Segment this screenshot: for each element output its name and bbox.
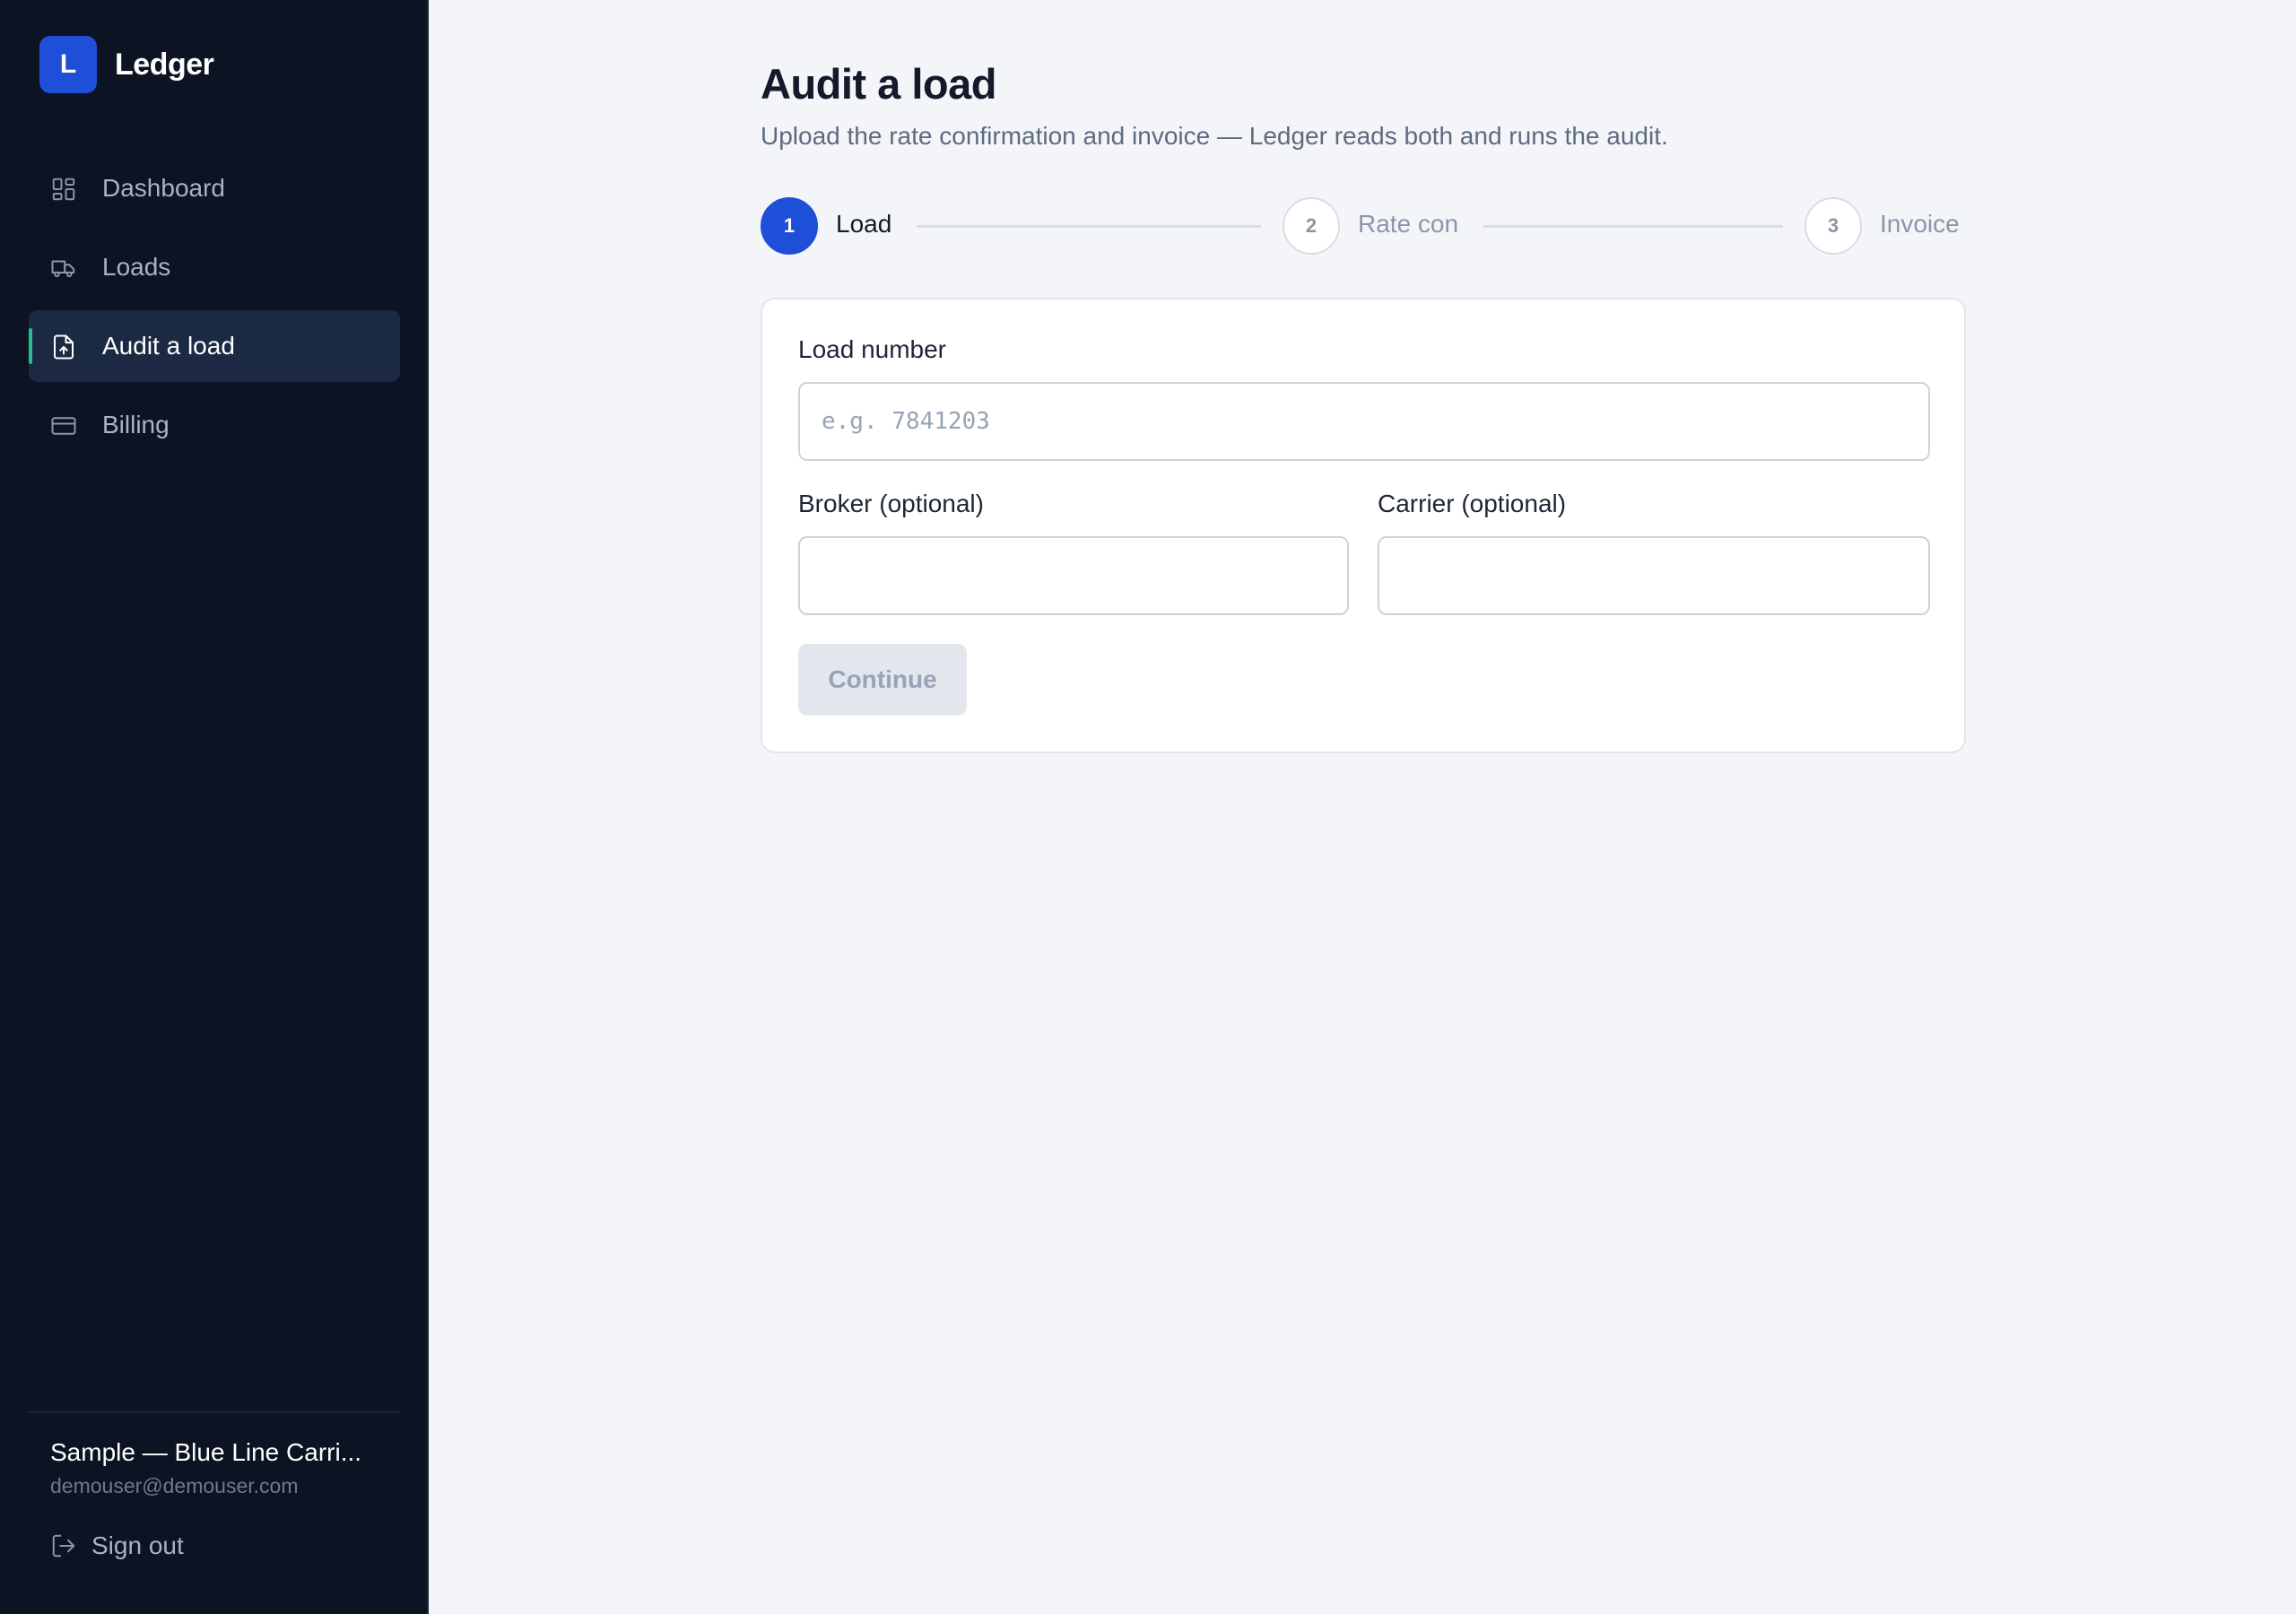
step-1-circle: 1 bbox=[761, 197, 818, 255]
step-connector bbox=[1483, 225, 1783, 228]
account-name: Sample — Blue Line Carri... bbox=[50, 1438, 362, 1466]
sidebar-item-dashboard[interactable]: Dashboard bbox=[29, 152, 400, 224]
step-2-label: Rate con bbox=[1358, 210, 1459, 238]
sidebar-footer: Sample — Blue Line Carri... demouser@dem… bbox=[29, 1411, 400, 1559]
brand[interactable]: L Ledger bbox=[39, 36, 214, 93]
dashboard-icon bbox=[52, 178, 75, 201]
sidebar-nav: Dashboard Loads Audit a load Billing bbox=[29, 152, 400, 468]
load-form-card: Load number Broker (optional) Carrier (o… bbox=[761, 298, 1966, 753]
step-3-label: Invoice bbox=[1880, 210, 1960, 238]
file-upload-icon bbox=[54, 334, 74, 360]
sidebar-item-loads[interactable]: Loads bbox=[29, 231, 400, 303]
sign-out-button[interactable]: Sign out bbox=[50, 1528, 184, 1564]
sign-out-label: Sign out bbox=[91, 1532, 184, 1559]
sidebar-item-label: Dashboard bbox=[102, 174, 225, 202]
load-number-input[interactable] bbox=[798, 382, 1930, 461]
page-title: Audit a load bbox=[761, 60, 996, 108]
step-1-label: Load bbox=[836, 210, 892, 238]
step-connector bbox=[917, 225, 1261, 228]
sign-out-icon bbox=[52, 1534, 75, 1558]
credit-card-icon bbox=[51, 417, 76, 435]
sidebar: L Ledger Dashboard Loads Audit a load Bi… bbox=[0, 0, 429, 1614]
brand-logo: L bbox=[39, 36, 97, 93]
page-subtitle: Upload the rate confirmation and invoice… bbox=[761, 122, 1668, 150]
sidebar-item-label: Billing bbox=[102, 411, 170, 438]
step-3-circle: 3 bbox=[1805, 197, 1862, 255]
continue-button[interactable]: Continue bbox=[798, 644, 967, 716]
carrier-label: Carrier (optional) bbox=[1378, 490, 1567, 517]
step-2-circle: 2 bbox=[1283, 197, 1340, 255]
stepper: 1 Load 2 Rate con 3 Invoice bbox=[761, 197, 1966, 255]
broker-label: Broker (optional) bbox=[798, 490, 984, 517]
carrier-input[interactable] bbox=[1378, 536, 1930, 615]
account-email: demouser@demouser.com bbox=[50, 1474, 299, 1497]
sidebar-item-label: Loads bbox=[102, 253, 171, 281]
truck-icon bbox=[51, 260, 75, 278]
sidebar-item-billing[interactable]: Billing bbox=[29, 389, 400, 461]
broker-input[interactable] bbox=[798, 536, 1349, 615]
sidebar-item-label: Audit a load bbox=[102, 332, 235, 360]
sidebar-item-audit-a-load[interactable]: Audit a load bbox=[29, 310, 400, 382]
brand-name: Ledger bbox=[115, 47, 214, 82]
load-number-label: Load number bbox=[798, 335, 947, 363]
